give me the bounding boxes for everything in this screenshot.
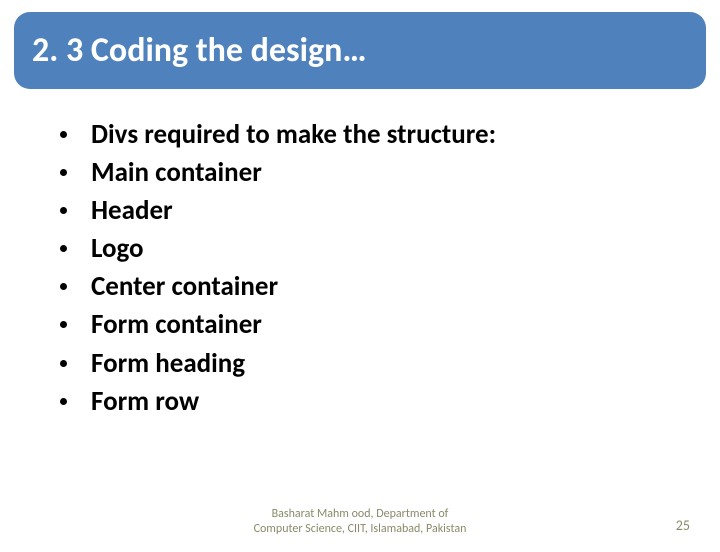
bullet-icon bbox=[60, 245, 67, 252]
page-number: 25 bbox=[676, 517, 690, 534]
list-item: Header bbox=[60, 193, 660, 228]
bullet-icon bbox=[60, 169, 67, 176]
footer-text: Basharat Mahm ood, Department of Compute… bbox=[254, 507, 467, 538]
bullet-text: Main container bbox=[91, 155, 262, 190]
list-item: Logo bbox=[60, 231, 660, 266]
list-item: Form container bbox=[60, 307, 660, 342]
bullet-icon bbox=[60, 321, 67, 328]
bullet-icon bbox=[60, 131, 67, 138]
bullet-icon bbox=[60, 398, 67, 405]
list-item: Divs required to make the structure: bbox=[60, 117, 660, 152]
bullet-icon bbox=[60, 207, 67, 214]
list-item: Form row bbox=[60, 384, 660, 419]
list-item: Center container bbox=[60, 269, 660, 304]
footer-line1: Basharat Mahm ood, Department of bbox=[272, 507, 449, 521]
bullet-text: Center container bbox=[91, 269, 278, 304]
bullet-list: Divs required to make the structure: Mai… bbox=[60, 117, 660, 419]
bullet-text: Form row bbox=[91, 384, 199, 419]
bullet-text: Divs required to make the structure: bbox=[91, 117, 496, 152]
footer-line2: Computer Science, CIIT, Islamabad, Pakis… bbox=[254, 522, 467, 536]
bullet-icon bbox=[60, 283, 67, 290]
bullet-text: Header bbox=[91, 193, 173, 228]
slide-title-bar: 2. 3 Coding the design… bbox=[14, 12, 706, 89]
bullet-text: Form container bbox=[91, 307, 262, 342]
bullet-text: Logo bbox=[91, 231, 144, 266]
slide-footer: Basharat Mahm ood, Department of Compute… bbox=[0, 507, 720, 538]
bullet-icon bbox=[60, 360, 67, 367]
bullet-text: Form heading bbox=[91, 346, 245, 381]
slide-title: 2. 3 Coding the design… bbox=[32, 30, 688, 71]
list-item: Form heading bbox=[60, 346, 660, 381]
slide-content: Divs required to make the structure: Mai… bbox=[0, 89, 720, 419]
list-item: Main container bbox=[60, 155, 660, 190]
